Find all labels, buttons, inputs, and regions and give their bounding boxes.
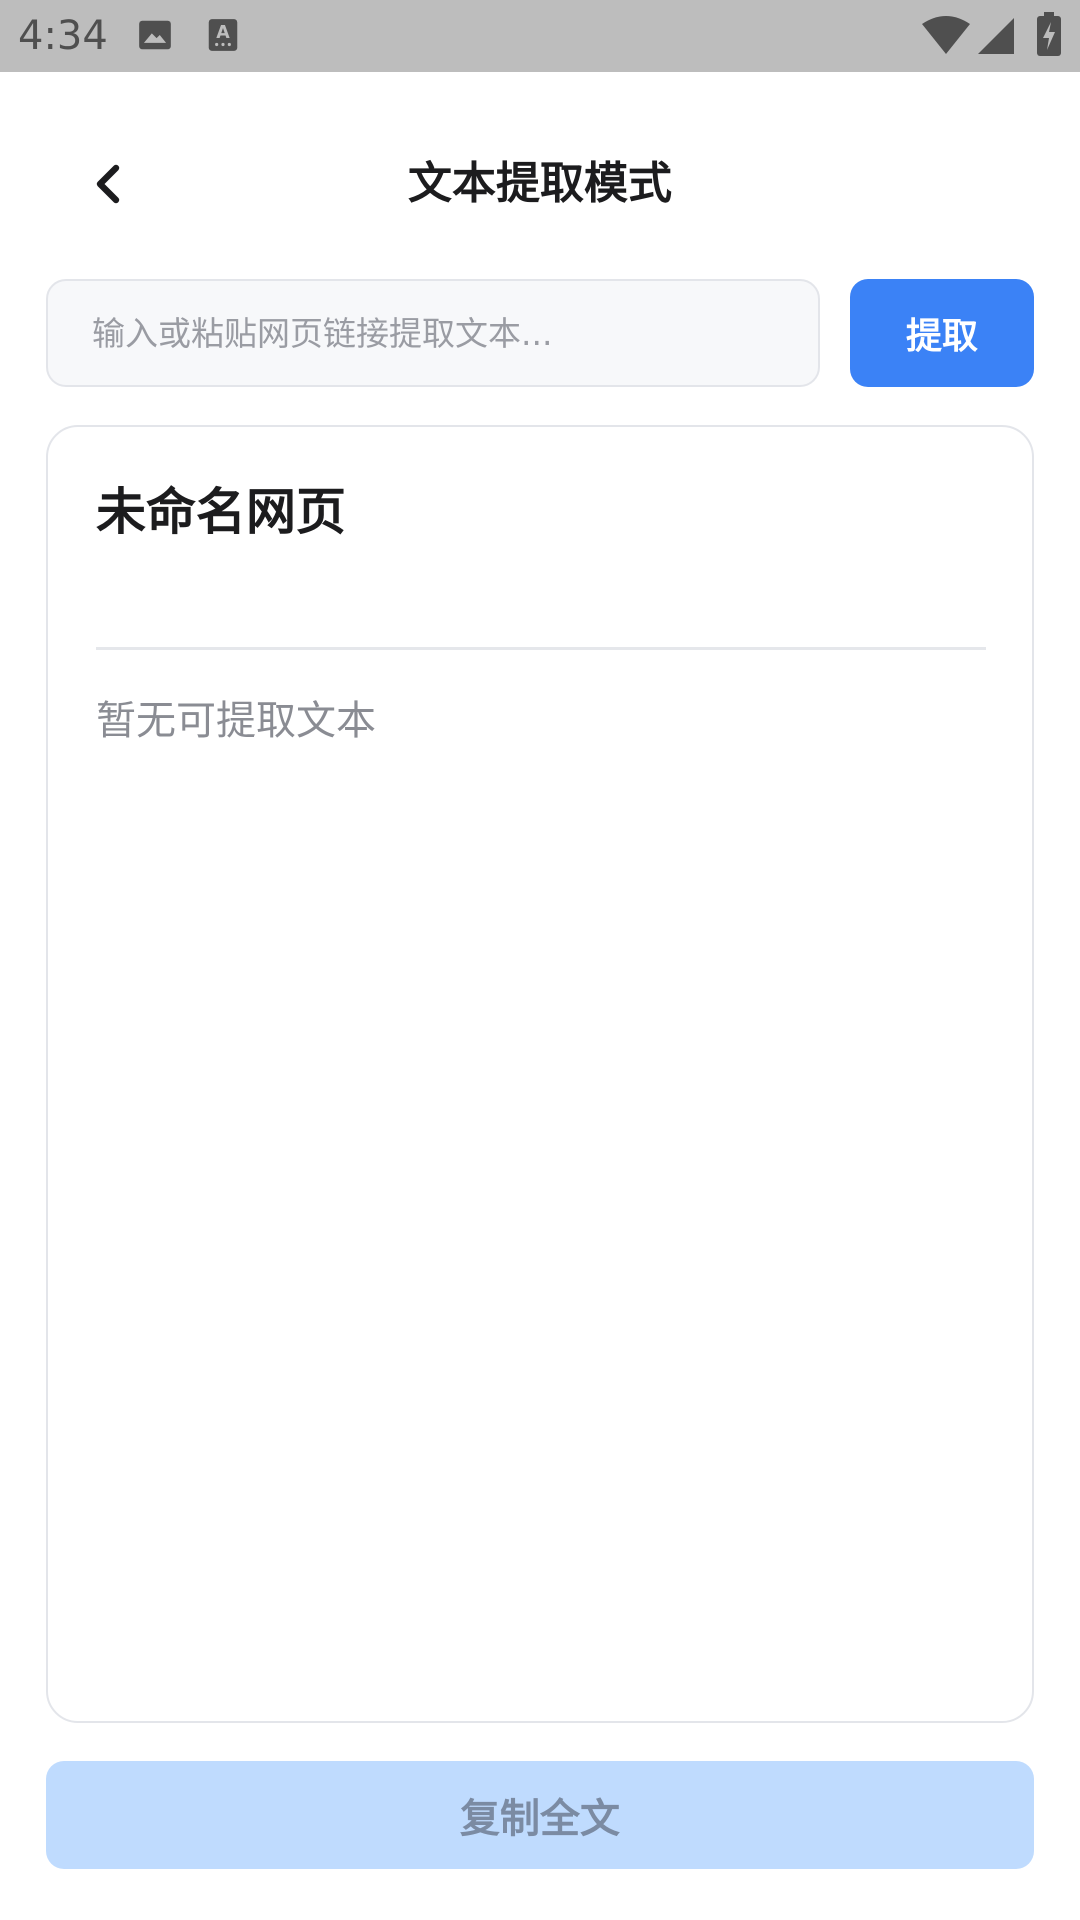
wifi-icon [922,16,970,56]
signal-icon [978,16,1014,56]
status-time: 4:34 [18,13,108,59]
extract-button[interactable]: 提取 [850,279,1034,387]
divider [96,647,986,650]
copy-all-button[interactable]: 复制全文 [46,1761,1034,1869]
page-title: 文本提取模式 [408,158,672,209]
url-input[interactable] [46,279,820,387]
result-title: 未命名网页 [96,483,346,541]
status-bar: 4:34 A [0,0,1080,72]
svg-text:A: A [216,23,230,43]
empty-state-text: 暂无可提取文本 [96,698,376,744]
keyboard-a-icon: A [206,16,240,54]
battery-charging-icon [1036,12,1062,56]
result-card: 未命名网页 暂无可提取文本 [46,425,1034,1723]
header: 文本提取模式 [0,72,1080,292]
image-icon [136,16,174,54]
